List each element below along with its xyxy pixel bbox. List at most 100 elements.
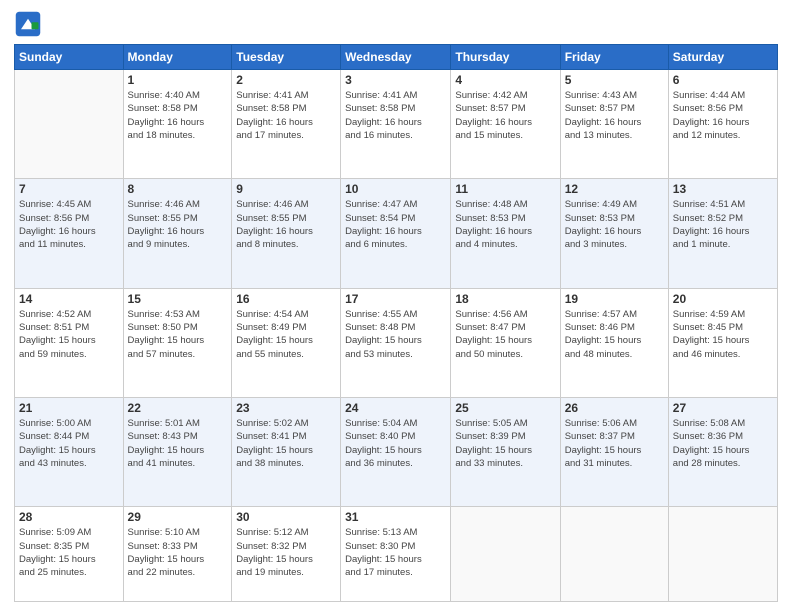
day-info: Sunrise: 4:49 AMSunset: 8:53 PMDaylight:… xyxy=(565,198,664,251)
calendar-cell: 19 Sunrise: 4:57 AMSunset: 8:46 PMDayligh… xyxy=(560,288,668,397)
day-info: Sunrise: 4:57 AMSunset: 8:46 PMDaylight:… xyxy=(565,308,664,361)
calendar-cell: 22 Sunrise: 5:01 AMSunset: 8:43 PMDayligh… xyxy=(123,397,232,506)
day-info: Sunrise: 4:41 AMSunset: 8:58 PMDaylight:… xyxy=(236,89,336,142)
calendar-cell: 23 Sunrise: 5:02 AMSunset: 8:41 PMDayligh… xyxy=(232,397,341,506)
day-number: 29 xyxy=(128,510,228,524)
day-number: 27 xyxy=(673,401,773,415)
calendar-cell: 17 Sunrise: 4:55 AMSunset: 8:48 PMDayligh… xyxy=(341,288,451,397)
day-number: 16 xyxy=(236,292,336,306)
header-day: Tuesday xyxy=(232,45,341,70)
day-number: 3 xyxy=(345,73,446,87)
calendar-cell: 24Sunrise: 5:04 AMSunset: 8:40 PMDayligh… xyxy=(341,397,451,506)
day-number: 17 xyxy=(345,292,446,306)
day-info: Sunrise: 5:12 AMSunset: 8:32 PMDaylight:… xyxy=(236,526,336,579)
day-number: 9 xyxy=(236,182,336,196)
calendar-cell: 18 Sunrise: 4:56 AMSunset: 8:47 PMDayligh… xyxy=(451,288,560,397)
calendar-cell: 5Sunrise: 4:43 AMSunset: 8:57 PMDaylight… xyxy=(560,70,668,179)
calendar-cell: 3 Sunrise: 4:41 AMSunset: 8:58 PMDaylight… xyxy=(341,70,451,179)
day-number: 28 xyxy=(19,510,119,524)
day-number: 13 xyxy=(673,182,773,196)
day-number: 18 xyxy=(455,292,555,306)
calendar-cell: 8 Sunrise: 4:46 AMSunset: 8:55 PMDaylight… xyxy=(123,179,232,288)
header-day: Friday xyxy=(560,45,668,70)
calendar-cell: 20Sunrise: 4:59 AMSunset: 8:45 PMDayligh… xyxy=(668,288,777,397)
day-info: Sunrise: 5:08 AMSunset: 8:36 PMDaylight:… xyxy=(673,417,773,470)
day-number: 19 xyxy=(565,292,664,306)
header-day: Monday xyxy=(123,45,232,70)
calendar-row: 7Sunrise: 4:45 AMSunset: 8:56 PMDaylight… xyxy=(15,179,778,288)
day-number: 12 xyxy=(565,182,664,196)
calendar-cell xyxy=(15,70,124,179)
day-number: 15 xyxy=(128,292,228,306)
calendar-row: 28 Sunrise: 5:09 AMSunset: 8:35 PMDayligh… xyxy=(15,507,778,602)
day-info: Sunrise: 5:13 AMSunset: 8:30 PMDaylight:… xyxy=(345,526,446,579)
day-info: Sunrise: 4:56 AMSunset: 8:47 PMDaylight:… xyxy=(455,308,555,361)
day-number: 22 xyxy=(128,401,228,415)
day-number: 6 xyxy=(673,73,773,87)
calendar-table: SundayMondayTuesdayWednesdayThursdayFrid… xyxy=(14,44,778,602)
day-number: 4 xyxy=(455,73,555,87)
day-info: Sunrise: 4:54 AMSunset: 8:49 PMDaylight:… xyxy=(236,308,336,361)
day-info: Sunrise: 5:02 AMSunset: 8:41 PMDaylight:… xyxy=(236,417,336,470)
calendar-cell: 7Sunrise: 4:45 AMSunset: 8:56 PMDaylight… xyxy=(15,179,124,288)
calendar-row: 14 Sunrise: 4:52 AMSunset: 8:51 PMDayligh… xyxy=(15,288,778,397)
day-info: Sunrise: 4:55 AMSunset: 8:48 PMDaylight:… xyxy=(345,308,446,361)
day-number: 1 xyxy=(128,73,228,87)
day-info: Sunrise: 5:05 AMSunset: 8:39 PMDaylight:… xyxy=(455,417,555,470)
header xyxy=(14,10,778,38)
day-info: Sunrise: 5:06 AMSunset: 8:37 PMDaylight:… xyxy=(565,417,664,470)
calendar-cell: 11 Sunrise: 4:48 AMSunset: 8:53 PMDayligh… xyxy=(451,179,560,288)
calendar-cell: 31 Sunrise: 5:13 AMSunset: 8:30 PMDayligh… xyxy=(341,507,451,602)
calendar-cell: 10 Sunrise: 4:47 AMSunset: 8:54 PMDayligh… xyxy=(341,179,451,288)
day-number: 31 xyxy=(345,510,446,524)
day-info: Sunrise: 4:40 AMSunset: 8:58 PMDaylight:… xyxy=(128,89,228,142)
day-info: Sunrise: 5:00 AMSunset: 8:44 PMDaylight:… xyxy=(19,417,119,470)
day-info: Sunrise: 4:47 AMSunset: 8:54 PMDaylight:… xyxy=(345,198,446,251)
day-info: Sunrise: 4:41 AMSunset: 8:58 PMDaylight:… xyxy=(345,89,446,142)
calendar-cell: 29 Sunrise: 5:10 AMSunset: 8:33 PMDayligh… xyxy=(123,507,232,602)
calendar-cell xyxy=(451,507,560,602)
day-info: Sunrise: 4:46 AMSunset: 8:55 PMDaylight:… xyxy=(128,198,228,251)
day-number: 5 xyxy=(565,73,664,87)
day-number: 11 xyxy=(455,182,555,196)
calendar-cell: 26 Sunrise: 5:06 AMSunset: 8:37 PMDayligh… xyxy=(560,397,668,506)
calendar-cell: 1 Sunrise: 4:40 AMSunset: 8:58 PMDaylight… xyxy=(123,70,232,179)
day-info: Sunrise: 5:09 AMSunset: 8:35 PMDaylight:… xyxy=(19,526,119,579)
day-number: 14 xyxy=(19,292,119,306)
day-number: 24 xyxy=(345,401,446,415)
day-info: Sunrise: 4:46 AMSunset: 8:55 PMDaylight:… xyxy=(236,198,336,251)
header-row: SundayMondayTuesdayWednesdayThursdayFrid… xyxy=(15,45,778,70)
header-day: Saturday xyxy=(668,45,777,70)
day-number: 10 xyxy=(345,182,446,196)
header-day: Sunday xyxy=(15,45,124,70)
calendar-cell xyxy=(560,507,668,602)
calendar-cell: 28 Sunrise: 5:09 AMSunset: 8:35 PMDayligh… xyxy=(15,507,124,602)
logo xyxy=(14,10,46,38)
day-number: 8 xyxy=(128,182,228,196)
calendar-cell: 15 Sunrise: 4:53 AMSunset: 8:50 PMDayligh… xyxy=(123,288,232,397)
day-info: Sunrise: 4:45 AMSunset: 8:56 PMDaylight:… xyxy=(19,198,119,251)
day-info: Sunrise: 4:59 AMSunset: 8:45 PMDaylight:… xyxy=(673,308,773,361)
calendar-cell: 16 Sunrise: 4:54 AMSunset: 8:49 PMDayligh… xyxy=(232,288,341,397)
header-day: Thursday xyxy=(451,45,560,70)
day-number: 21 xyxy=(19,401,119,415)
day-info: Sunrise: 5:10 AMSunset: 8:33 PMDaylight:… xyxy=(128,526,228,579)
day-info: Sunrise: 5:01 AMSunset: 8:43 PMDaylight:… xyxy=(128,417,228,470)
day-info: Sunrise: 4:48 AMSunset: 8:53 PMDaylight:… xyxy=(455,198,555,251)
calendar-cell: 2 Sunrise: 4:41 AMSunset: 8:58 PMDaylight… xyxy=(232,70,341,179)
calendar-body: 1 Sunrise: 4:40 AMSunset: 8:58 PMDaylight… xyxy=(15,70,778,602)
day-info: Sunrise: 4:52 AMSunset: 8:51 PMDaylight:… xyxy=(19,308,119,361)
day-number: 2 xyxy=(236,73,336,87)
calendar-cell: 25 Sunrise: 5:05 AMSunset: 8:39 PMDayligh… xyxy=(451,397,560,506)
day-number: 25 xyxy=(455,401,555,415)
calendar-cell: 30 Sunrise: 5:12 AMSunset: 8:32 PMDayligh… xyxy=(232,507,341,602)
day-info: Sunrise: 4:53 AMSunset: 8:50 PMDaylight:… xyxy=(128,308,228,361)
day-info: Sunrise: 4:51 AMSunset: 8:52 PMDaylight:… xyxy=(673,198,773,251)
day-number: 26 xyxy=(565,401,664,415)
day-number: 30 xyxy=(236,510,336,524)
calendar-cell: 6Sunrise: 4:44 AMSunset: 8:56 PMDaylight… xyxy=(668,70,777,179)
day-number: 23 xyxy=(236,401,336,415)
calendar-cell: 21 Sunrise: 5:00 AMSunset: 8:44 PMDayligh… xyxy=(15,397,124,506)
calendar-row: 21 Sunrise: 5:00 AMSunset: 8:44 PMDayligh… xyxy=(15,397,778,506)
calendar-cell: 12 Sunrise: 4:49 AMSunset: 8:53 PMDayligh… xyxy=(560,179,668,288)
